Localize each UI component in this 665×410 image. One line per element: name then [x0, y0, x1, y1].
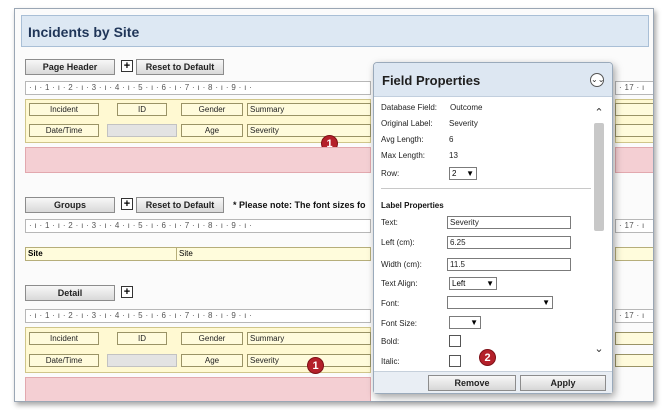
- header-field-severity[interactable]: Severity: [247, 124, 371, 137]
- font-size-label: Font Size:: [381, 319, 418, 328]
- page-header-reset-button[interactable]: Reset to Default: [136, 59, 224, 75]
- width-cm-input[interactable]: 11.5: [447, 258, 571, 271]
- database-field-value: Outcome: [450, 103, 483, 112]
- header-field-age[interactable]: Age: [181, 124, 243, 137]
- detail-field-empty: [107, 354, 177, 367]
- detail-field-summary[interactable]: Summary: [247, 332, 371, 345]
- groups-expand-icon[interactable]: +: [121, 198, 133, 210]
- row-select-value: 2: [452, 169, 457, 178]
- italic-label: Italic:: [381, 357, 400, 366]
- detail-expand-icon[interactable]: +: [121, 286, 133, 298]
- text-align-select[interactable]: Left ▼: [449, 277, 497, 290]
- page-title: Incidents by Site: [28, 24, 140, 40]
- header-field-summary[interactable]: Summary: [247, 103, 371, 116]
- left-cm-label: Left (cm):: [381, 238, 415, 247]
- groups-reset-button[interactable]: Reset to Default: [136, 197, 224, 213]
- chevron-down-icon: ▼: [466, 169, 474, 178]
- detail-field-age[interactable]: Age: [181, 354, 243, 367]
- groups-ruler-tail: · 17 · ı: [615, 219, 653, 233]
- title-bar: Incidents by Site: [21, 15, 649, 47]
- scroll-up-icon[interactable]: ⌃: [593, 107, 605, 119]
- page-header-ruler-tail: · 17 · ı: [615, 81, 653, 95]
- header-field-id[interactable]: ID: [117, 103, 167, 116]
- panel-header: Field Properties ⌄⌄: [374, 63, 612, 97]
- groups-ruler: · ı · 1 · ı · 2 · ı · 3 · ı · 4 · ı · 5 …: [25, 219, 371, 233]
- header-field-datetime[interactable]: Date/Time: [29, 124, 99, 137]
- font-label: Font:: [381, 299, 400, 308]
- text-align-value: Left: [452, 279, 466, 288]
- detail-field-id[interactable]: ID: [117, 332, 167, 345]
- database-field-label: Database Field:: [381, 103, 438, 112]
- original-label-label: Original Label:: [381, 119, 433, 128]
- scroll-thumb[interactable]: [594, 123, 604, 231]
- header-field-empty: [107, 124, 177, 137]
- font-size-note: * Please note: The font sizes fo: [233, 200, 366, 210]
- width-cm-label: Width (cm):: [381, 260, 422, 269]
- detail-ruler-tail: · 17 · ı: [615, 309, 653, 323]
- panel-title: Field Properties: [382, 73, 481, 88]
- group-row-site[interactable]: Site Site: [25, 247, 371, 261]
- max-length-value: 13: [449, 151, 458, 160]
- remove-button[interactable]: Remove: [428, 375, 516, 391]
- detail-field-incident[interactable]: Incident: [29, 332, 99, 345]
- detail-field-datetime[interactable]: Date/Time: [29, 354, 99, 367]
- detail-footer-band: [25, 377, 371, 401]
- detail-button[interactable]: Detail: [25, 285, 115, 301]
- detail-field-gender[interactable]: Gender: [181, 332, 243, 345]
- panel-footer: Remove Apply: [374, 371, 612, 393]
- header-field-overflow-2[interactable]: [615, 124, 653, 137]
- panel-scrollbar[interactable]: ⌃ ⌄: [592, 99, 606, 367]
- callout-marker-1-detail: 1: [307, 357, 324, 374]
- field-properties-panel: Field Properties ⌄⌄ Database Field: Outc…: [373, 62, 613, 394]
- original-label-value: Severity: [449, 119, 478, 128]
- groups-button[interactable]: Groups: [25, 197, 115, 213]
- avg-length-label: Avg Length:: [381, 135, 424, 144]
- font-select[interactable]: ▼: [447, 296, 553, 309]
- label-properties-heading: Label Properties: [381, 201, 444, 210]
- header-field-gender[interactable]: Gender: [181, 103, 243, 116]
- group-row-site-tail: [615, 247, 653, 261]
- collapse-icon[interactable]: ⌄⌄: [590, 73, 604, 87]
- text-label: Text:: [381, 218, 398, 227]
- chevron-down-icon: ▼: [486, 279, 494, 288]
- callout-marker-2: 2: [479, 349, 496, 366]
- chevron-down-icon: ▼: [470, 318, 478, 327]
- chevron-down-icon: ▼: [542, 298, 550, 307]
- scroll-down-icon[interactable]: ⌄: [593, 343, 605, 355]
- detail-field-overflow-1[interactable]: [615, 332, 653, 345]
- bold-checkbox[interactable]: [449, 335, 461, 347]
- group-value-site: Site: [176, 248, 366, 260]
- text-input[interactable]: Severity: [447, 216, 571, 229]
- avg-length-value: 6: [449, 135, 454, 144]
- text-align-label: Text Align:: [381, 279, 418, 288]
- page-header-footer-band-tail: [615, 147, 653, 173]
- left-cm-input[interactable]: 6.25: [447, 236, 571, 249]
- page-header-footer-band: [25, 147, 371, 173]
- apply-button[interactable]: Apply: [520, 375, 606, 391]
- row-select[interactable]: 2 ▼: [449, 167, 477, 180]
- page-header-ruler: · ı · 1 · ı · 2 · ı · 3 · ı · 4 · ı · 5 …: [25, 81, 371, 95]
- italic-checkbox[interactable]: [449, 355, 461, 367]
- group-label-site: Site: [28, 249, 43, 258]
- page-header-expand-icon[interactable]: +: [121, 60, 133, 72]
- section-divider: [381, 188, 591, 189]
- header-field-incident[interactable]: Incident: [29, 103, 99, 116]
- font-size-select[interactable]: ▼: [449, 316, 481, 329]
- row-label: Row:: [381, 169, 400, 178]
- detail-ruler: · ı · 1 · ı · 2 · ı · 3 · ı · 4 · ı · 5 …: [25, 309, 371, 323]
- header-field-overflow-1[interactable]: [615, 103, 653, 116]
- max-length-label: Max Length:: [381, 151, 426, 160]
- detail-field-overflow-2[interactable]: [615, 354, 653, 367]
- bold-label: Bold:: [381, 337, 400, 346]
- page-header-button[interactable]: Page Header: [25, 59, 115, 75]
